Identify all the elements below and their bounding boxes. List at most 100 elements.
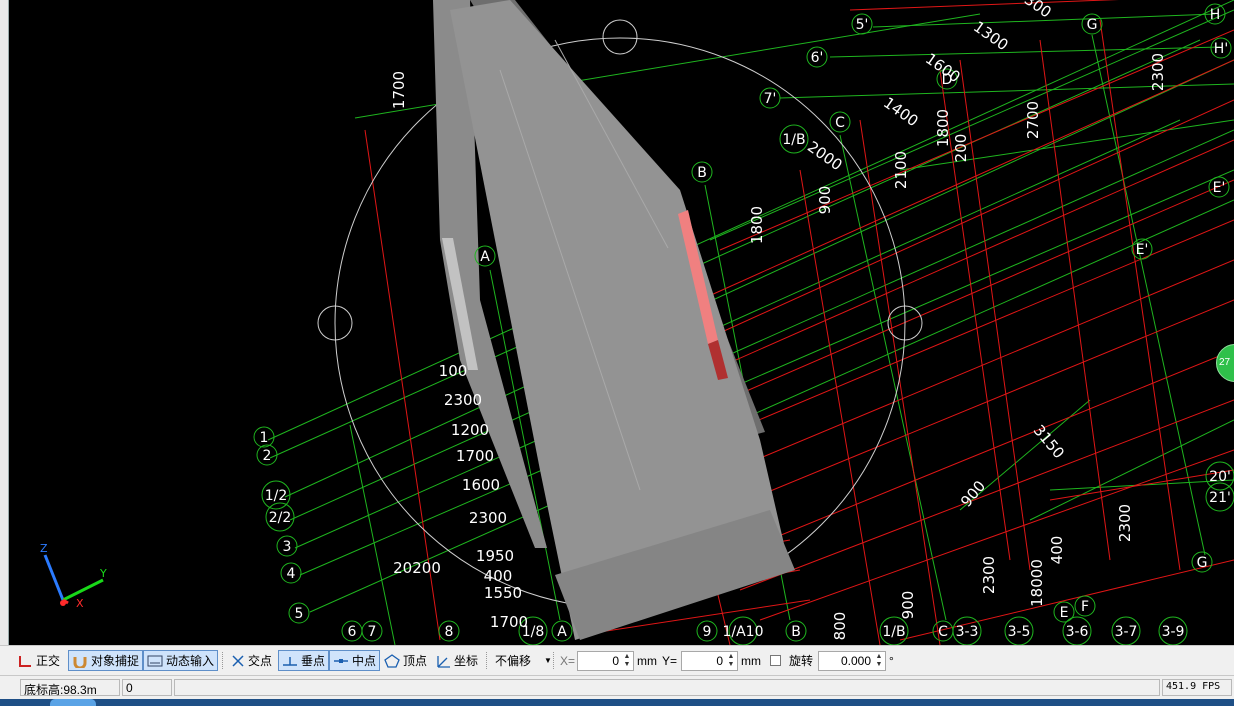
- scene-canvas[interactable]: 5'6'7'GHH'BAE'E'GFE121/22/23456 7 8 1/8 A 9 1/…: [0, 0, 1234, 645]
- svg-text:3-9: 3-9: [1162, 624, 1185, 640]
- svg-text:E': E': [1213, 180, 1226, 196]
- viewport-left-border: [0, 0, 9, 645]
- dimension-label: 2300: [469, 509, 507, 527]
- x-spinner-icon[interactable]: ▲ ▼: [622, 653, 632, 669]
- compass-label: 27: [1219, 357, 1231, 368]
- status-bar: 底标高:98.3m 0 451.9 FPS: [0, 675, 1234, 699]
- dimension-label: 100: [439, 362, 468, 380]
- svg-text:G: G: [1197, 555, 1208, 571]
- dimension-label: 2300: [1116, 504, 1134, 542]
- dynamic-input-button[interactable]: 动态输入: [143, 650, 219, 671]
- ortho-button[interactable]: 正交: [14, 650, 63, 671]
- grid-axis-label: B: [785, 620, 807, 642]
- dimension-label: 2300: [980, 556, 998, 594]
- grid-axis-label: 7: [361, 620, 383, 642]
- grid-axis-label: 6': [806, 46, 828, 68]
- svg-text:1: 1: [260, 430, 269, 446]
- svg-text:1/2: 1/2: [265, 488, 288, 504]
- start-button[interactable]: [50, 699, 96, 706]
- grid-axis-label: B: [691, 161, 713, 183]
- fps-field: 451.9 FPS: [1162, 679, 1232, 696]
- svg-text:4: 4: [287, 566, 296, 582]
- axis-x-label: X: [76, 597, 84, 610]
- 3d-model[interactable]: [433, 0, 795, 640]
- vertex-label: 顶点: [403, 654, 428, 668]
- y-input[interactable]: 0 ▲ ▼: [681, 651, 738, 671]
- grid-axis-label: 7': [759, 87, 781, 109]
- dimension-label: 1300: [970, 18, 1012, 55]
- object-snap-button[interactable]: 对象捕捉: [68, 650, 144, 671]
- chevron-down-icon: ▼: [544, 656, 552, 665]
- grid-axis-label: 1/B: [879, 616, 909, 645]
- ortho-icon: [19, 655, 31, 667]
- grid-axis-label: 9: [696, 620, 718, 642]
- grid-axis-label: 5': [851, 13, 873, 35]
- svg-text:7: 7: [368, 624, 377, 640]
- svg-text:2: 2: [263, 448, 272, 464]
- y-spinner-icon[interactable]: ▲ ▼: [726, 653, 736, 669]
- svg-text:B: B: [697, 165, 707, 181]
- grid-axis-label: E': [1208, 176, 1230, 198]
- svg-text:3-7: 3-7: [1115, 624, 1138, 640]
- svg-text:21': 21': [1209, 490, 1231, 506]
- status-field-2: 0: [122, 679, 172, 696]
- dimension-label: 1600: [462, 476, 500, 494]
- dimension-label: 800: [831, 612, 849, 641]
- midpoint-label: 中点: [352, 654, 377, 668]
- base-elevation-field: 底标高:98.3m: [20, 679, 120, 697]
- grid-axis-label: C: [829, 111, 851, 133]
- grid-axis-label: 8: [438, 620, 460, 642]
- dimension-label: 2700: [1024, 101, 1042, 139]
- grid-axis-label: 20': [1205, 461, 1234, 491]
- svg-text:3-3: 3-3: [956, 624, 979, 640]
- dimension-label: 200: [952, 134, 970, 163]
- rotate-checkbox[interactable]: [770, 655, 781, 666]
- status-message-field: [174, 679, 1160, 696]
- grid-axis-label: 2: [256, 444, 278, 466]
- dimension-label: 2000: [804, 138, 846, 175]
- rotate-input[interactable]: 0.000 ▲ ▼: [818, 651, 886, 671]
- grid-axis-label: 1/B: [779, 124, 809, 154]
- object-snap-label: 对象捕捉: [91, 654, 140, 668]
- snap-magnet-icon: [73, 656, 87, 668]
- dimension-label: 2300: [1149, 53, 1167, 91]
- grid-axis-label: 3-3: [952, 616, 982, 645]
- dimension-label: 300: [1021, 0, 1055, 21]
- svg-text:1/A10: 1/A10: [722, 624, 763, 640]
- 3d-viewport[interactable]: 5' 6' 7' G H H' B A E' E' G F E 1 2 1/2 2/2 3 4 5 6 7 8 1/8 A 9 1/…: [0, 0, 1234, 645]
- svg-text:5': 5': [856, 17, 869, 33]
- grid-axis-label: 3: [276, 535, 298, 557]
- dimension-label: 1800: [934, 109, 952, 147]
- svg-text:1/B: 1/B: [882, 624, 905, 640]
- nav-handle-top[interactable]: [602, 19, 638, 55]
- dimension-label: 2100: [892, 151, 910, 189]
- fps-text: 451.9 FPS: [1166, 681, 1221, 692]
- dimension-label: 1800: [748, 206, 766, 244]
- intersection-label: 交点: [248, 654, 273, 668]
- svg-text:A: A: [557, 624, 567, 640]
- y-input-value: 0: [716, 654, 723, 668]
- rotate-spinner-icon[interactable]: ▲ ▼: [874, 653, 884, 669]
- coordinate-snap-button[interactable]: 坐标: [432, 650, 481, 671]
- snap-toolbar: 正交 对象捕捉 动态输入 交点 垂点 中点 顶点 坐标 不偏移 ▼ X= 0 ▲…: [0, 645, 1234, 675]
- dynamic-input-label: 动态输入: [166, 654, 215, 668]
- svg-text:C: C: [835, 115, 845, 131]
- svg-text:3: 3: [283, 539, 292, 555]
- grid-axis-label: 3-9: [1158, 616, 1188, 645]
- midpoint-snap-button[interactable]: 中点: [329, 650, 381, 671]
- svg-text:E': E': [1136, 242, 1149, 258]
- grid-axis-label: G: [1081, 13, 1103, 35]
- vertex-icon: [384, 653, 400, 668]
- status-field-2-text: 0: [126, 681, 133, 695]
- dimension-label: 900: [957, 477, 989, 511]
- svg-text:5: 5: [295, 606, 304, 622]
- perpendicular-icon: [283, 656, 297, 666]
- perpendicular-snap-button[interactable]: 垂点: [278, 650, 330, 671]
- grid-axis-label: H': [1210, 37, 1232, 59]
- vertex-snap-button[interactable]: 顶点: [381, 650, 430, 671]
- grid-axis-label: G: [1191, 551, 1213, 573]
- x-input[interactable]: 0 ▲ ▼: [577, 651, 634, 671]
- intersection-snap-button[interactable]: 交点: [228, 650, 275, 671]
- offset-select[interactable]: 不偏移 ▼: [492, 650, 555, 671]
- grid-axis-label: 1: [253, 426, 275, 448]
